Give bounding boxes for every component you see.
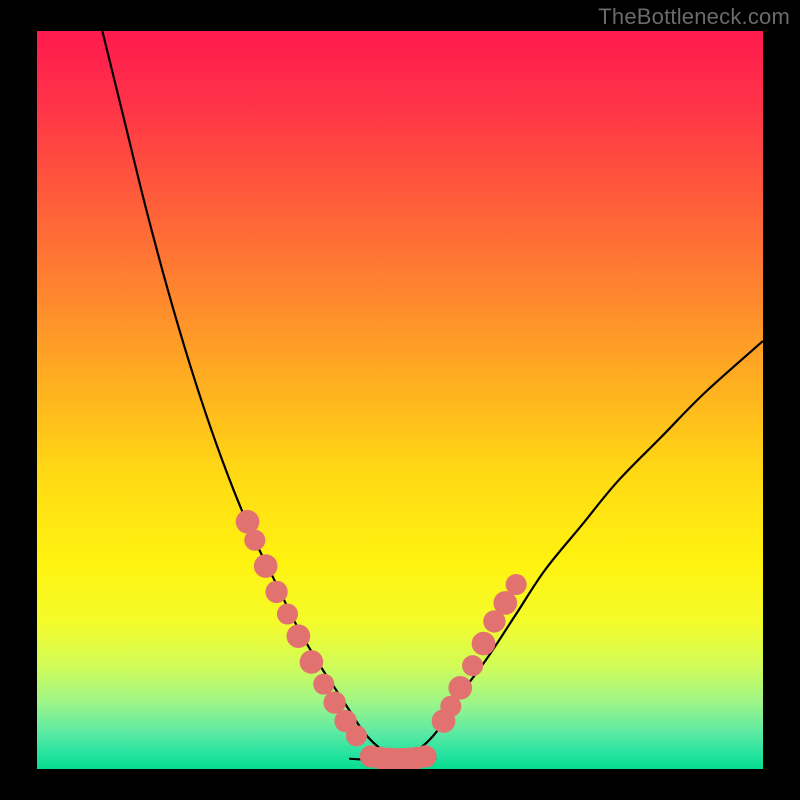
bottleneck-chart bbox=[37, 31, 763, 769]
chart-container: TheBottleneck.com bbox=[0, 0, 800, 800]
marker-dot bbox=[287, 624, 311, 648]
marker-dot bbox=[346, 725, 367, 746]
marker-dot bbox=[462, 655, 483, 676]
plot-area bbox=[37, 31, 763, 769]
watermark-text: TheBottleneck.com bbox=[598, 4, 790, 30]
marker-dot bbox=[448, 676, 472, 700]
marker-dot bbox=[254, 554, 278, 578]
marker-dot bbox=[300, 650, 324, 674]
marker-dot bbox=[472, 632, 496, 656]
marker-dot bbox=[277, 603, 298, 624]
marker-dot bbox=[506, 574, 527, 595]
marker-dot bbox=[414, 745, 436, 767]
marker-dot bbox=[313, 674, 334, 695]
gradient-background bbox=[37, 31, 763, 769]
marker-dot bbox=[244, 530, 265, 551]
marker-dot bbox=[265, 581, 287, 603]
